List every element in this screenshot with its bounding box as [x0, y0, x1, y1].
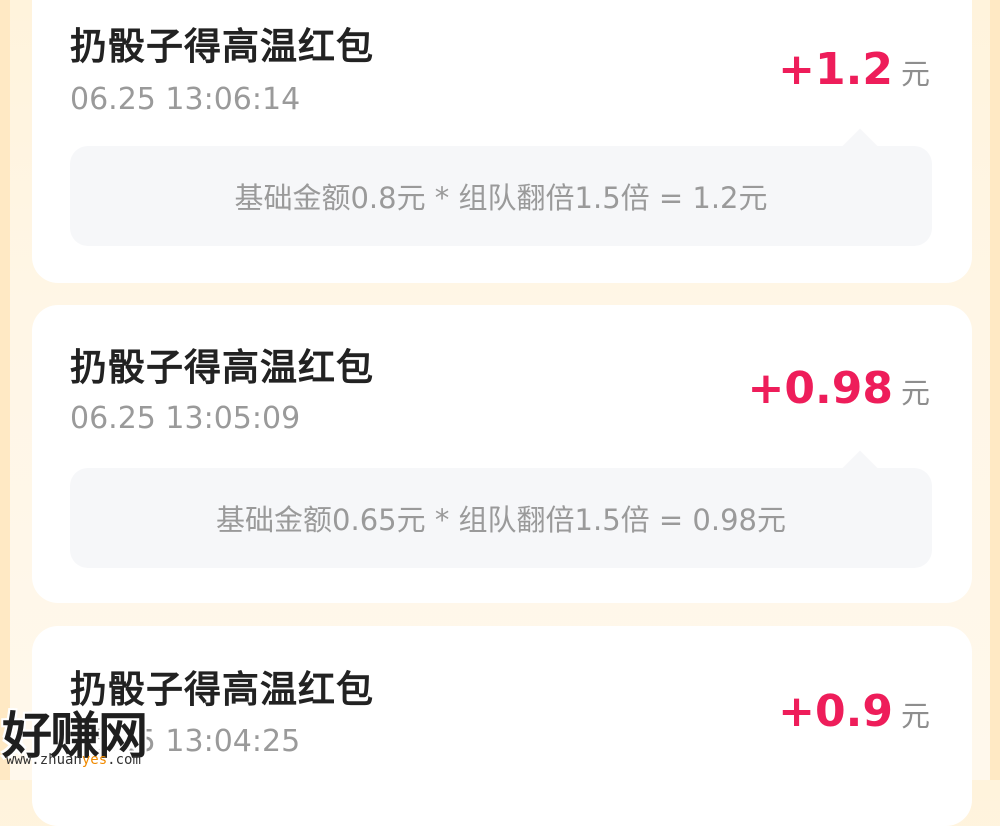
- amount-unit: 元: [900, 699, 930, 733]
- watermark-url-suffix: .com: [107, 752, 141, 768]
- page-edge-left: [0, 0, 10, 780]
- amount-unit: 元: [900, 57, 930, 91]
- record-card[interactable]: 扔骰子得高温红包 06.25 13:05:09 +0.98 元 基础金额0.65…: [32, 305, 972, 603]
- record-amount: +1.2 元: [778, 44, 930, 95]
- amount-value: +1.2: [778, 44, 893, 95]
- amount-value: +0.98: [747, 363, 893, 414]
- formula-text: 基础金额0.65元 * 组队翻倍1.5倍 = 0.98元: [216, 503, 786, 537]
- watermark-url-prefix: www.zhuan: [6, 752, 82, 768]
- formula-box: 基础金额0.65元 * 组队翻倍1.5倍 = 0.98元: [70, 468, 932, 568]
- record-amount: +0.98 元: [748, 363, 930, 414]
- formula-text: 基础金额0.8元 * 组队翻倍1.5倍 = 1.2元: [234, 181, 768, 215]
- amount-unit: 元: [900, 376, 930, 410]
- record-amount: +0.9 元: [778, 686, 930, 737]
- record-timestamp: 06.25 13:05:09: [70, 401, 301, 436]
- record-card[interactable]: 扔骰子得高温红包 06.25 13:06:14 +1.2 元 基础金额0.8元 …: [32, 0, 972, 283]
- formula-box: 基础金额0.8元 * 组队翻倍1.5倍 = 1.2元: [70, 146, 932, 246]
- amount-value: +0.9: [778, 686, 893, 737]
- page-edge-right: [990, 0, 1000, 780]
- watermark-url: www.zhuanyes.com: [6, 752, 141, 768]
- watermark-url-highlight: yes: [81, 752, 108, 768]
- site-watermark: 好赚网 www.zhuanyes.com: [2, 696, 202, 780]
- record-timestamp: 06.25 13:06:14: [70, 82, 301, 117]
- record-title: 扔骰子得高温红包: [70, 25, 374, 68]
- record-title: 扔骰子得高温红包: [70, 346, 374, 389]
